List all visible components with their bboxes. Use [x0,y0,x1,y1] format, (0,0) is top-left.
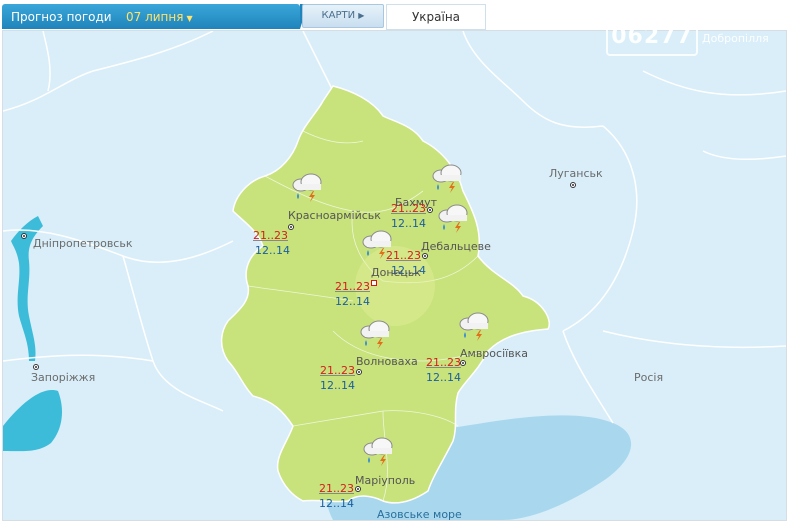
storm-cloud-icon[interactable] [289,171,327,203]
temp-max: 21..23 [335,280,370,293]
forecast-title-tab: Прогноз погоди 07 липня ▼ [2,4,300,29]
date-selector[interactable]: 07 липня ▼ [126,10,193,24]
storm-cloud-icon[interactable] [456,310,494,342]
temp-min: 12..14 [335,295,370,308]
region-tab[interactable]: Україна [386,4,486,30]
city-dot [422,253,428,259]
city-name: Амвросіївка [460,347,529,360]
city-name: Маріуполь [355,474,416,487]
temp-min: 12..14 [319,497,354,510]
maps-button[interactable]: КАРТИ ▶ [302,4,384,28]
city-name: Красноармійськ [288,209,381,222]
capital-marker [371,280,377,286]
temp-max: 21..23 [319,482,354,495]
city-name: Волноваха [356,355,418,368]
city-dot [355,486,361,492]
city-label-luhansk: Луганськ [549,167,603,180]
logo-line-2: Добропілля [702,32,769,45]
site-logo-caption: Новини міста Добропілля [702,18,779,46]
temp-max: 21..23 [253,229,288,242]
city-label-zaporizhzhia: Запоріжжя [31,371,96,384]
storm-cloud-icon[interactable] [360,435,398,467]
city-dot-zaporizhzhia [33,364,39,370]
city-dot [356,369,362,375]
storm-cloud-icon[interactable] [357,318,395,350]
temp-max: 21..23 [386,249,421,262]
forecast-title: Прогноз погоди [11,10,112,24]
temp-max: 21..23 [426,356,461,369]
site-logo[interactable]: 06277 [606,18,698,56]
temp-max: 21..23 [320,364,355,377]
city-dot [427,207,433,213]
storm-cloud-icon[interactable] [435,202,473,234]
city-name: Дебальцеве [421,240,491,253]
city-dot-dnipro [21,233,27,239]
city-dot [288,224,294,230]
weather-map: Дніпропетровськ Запоріжжя Луганськ Росія… [2,30,787,521]
temp-min: 12..14 [426,371,461,384]
storm-cloud-icon[interactable] [429,162,467,194]
country-label-russia: Росія [634,371,664,384]
temp-min: 12..14 [320,379,355,392]
city-label-dnipro: Дніпропетровськ [33,237,133,250]
date-value: 07 липня [126,10,184,24]
chevron-right-icon: ▶ [358,11,365,20]
temp-min: 12..14 [255,244,290,257]
sea-label: Азовське море [377,508,462,521]
logo-line-1: Новини міста [702,18,780,31]
chevron-down-icon: ▼ [186,14,193,23]
city-dot-luhansk [570,182,576,188]
maps-button-label: КАРТИ [321,10,356,21]
city-name: Донецьк [371,266,421,279]
temp-max: 21..23 [391,202,426,215]
